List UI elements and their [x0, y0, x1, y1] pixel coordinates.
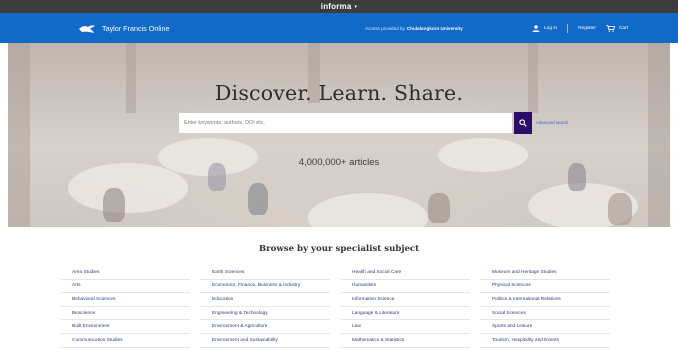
header-divider [567, 23, 569, 33]
subject-link-politics[interactable]: Politics & International Relations [480, 293, 610, 307]
search-icon [519, 119, 527, 127]
register-link[interactable]: Register [578, 26, 596, 31]
user-icon [532, 24, 540, 32]
subject-link-sports-leisure[interactable]: Sports and Leisure [480, 320, 610, 334]
informa-strip: informa ▾ [0, 0, 678, 13]
subject-link-earth-sciences[interactable]: Earth Sciences [200, 266, 330, 280]
subject-grid: Area Studies Arts Behavioral Sciences Bi… [60, 266, 620, 350]
tf-logo-icon [79, 24, 95, 33]
subject-link-information-science[interactable]: Information Science [340, 293, 470, 307]
brand-name: Taylor Francis Online [102, 23, 170, 33]
hero-banner: Discover. Learn. Share. Enter keywords, … [8, 43, 670, 227]
access-institution: Chulalongkorn University [406, 25, 463, 31]
subject-link-bioscience[interactable]: Bioscience [60, 307, 190, 321]
cart-link[interactable]: Cart [606, 24, 628, 32]
subject-link-social-sciences[interactable]: Social Sciences [480, 307, 610, 321]
header-actions: Log in Register Cart [532, 13, 628, 43]
subject-link-education[interactable]: Education [200, 293, 330, 307]
subject-link-built-environment[interactable]: Built Environment [60, 320, 190, 334]
article-count: 4,000,000+ articles [298, 157, 380, 168]
subject-link-mathematics-statistics[interactable]: Mathematics & Statistics [340, 334, 470, 348]
search-button[interactable] [514, 112, 532, 134]
subject-link-area-studies[interactable]: Area Studies [60, 266, 190, 280]
search-input[interactable]: Enter keywords, authors, DOI etc. [179, 113, 512, 133]
subject-link-humanities[interactable]: Humanities [340, 280, 470, 294]
subject-link-engineering[interactable]: Engineering & Technology [200, 307, 330, 321]
subject-link-physical-sciences[interactable]: Physical Sciences [480, 280, 610, 294]
access-info: Access provided by Chulalongkorn Univers… [365, 13, 463, 43]
subject-link-economics[interactable]: Economics, Finance, Business & Industry [200, 280, 330, 294]
access-prefix: Access provided by [365, 25, 405, 31]
informa-label: informa [320, 2, 352, 11]
login-label: Log in [543, 25, 558, 31]
login-link[interactable]: Log in [532, 24, 558, 32]
subject-link-environment-agriculture[interactable]: Environment & Agriculture [200, 320, 330, 334]
search-placeholder: Enter keywords, authors, DOI etc. [184, 120, 265, 126]
subject-link-environment-sustainability[interactable]: Environment and Sustainability [200, 334, 330, 348]
subject-link-behavioral-sciences[interactable]: Behavioral Sciences [60, 293, 190, 307]
site-header: Taylor Francis Online Access provided by… [0, 13, 678, 43]
caret-down-icon: ▾ [354, 3, 358, 10]
subject-link-health-social-care[interactable]: Health and Social Care [340, 266, 470, 280]
brand-logo[interactable]: Taylor Francis Online [78, 23, 170, 34]
subject-link-arts[interactable]: Arts [60, 280, 190, 294]
advanced-search-link[interactable]: Advanced search [536, 120, 568, 125]
cart-icon [606, 24, 615, 32]
subject-link-museum-heritage[interactable]: Museum and Heritage Studies [480, 266, 610, 280]
cart-label: Cart [618, 25, 628, 31]
hero-title: Discover. Learn. Share. [214, 81, 464, 105]
register-label: Register [578, 25, 596, 31]
subject-link-law[interactable]: Law [340, 320, 470, 334]
browse-title: Browse by your specialist subject [258, 244, 420, 254]
subject-link-communication-studies[interactable]: Communication Studies [60, 334, 190, 348]
subject-link-tourism[interactable]: Tourism, Hospitality and Events [480, 334, 610, 348]
hero-overlay [8, 43, 670, 227]
informa-menu[interactable]: informa ▾ [321, 2, 357, 11]
subject-link-language-literature[interactable]: Language & Literature [340, 307, 470, 321]
